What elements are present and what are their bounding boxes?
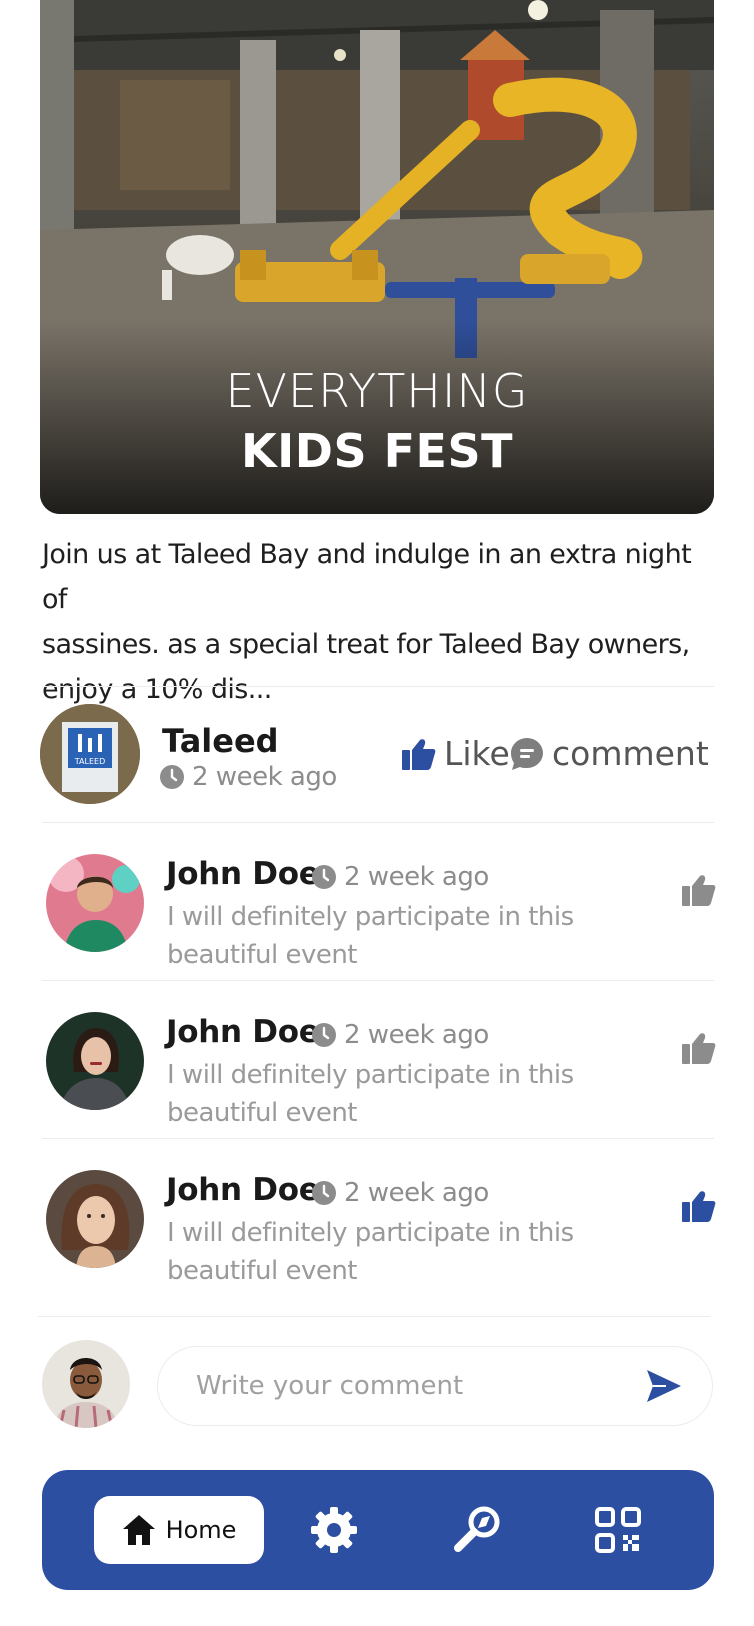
comment-input[interactable]: [157, 1346, 713, 1426]
event-description: Join us at Taleed Bay and indulge in an …: [42, 532, 722, 712]
comment-like-icon[interactable]: [682, 1032, 716, 1064]
post-time: 2 week ago: [160, 762, 337, 792]
commenter-avatar[interactable]: [46, 1170, 144, 1268]
comment-text: I will definitely participate in this be…: [167, 1056, 587, 1132]
settings-icon[interactable]: [310, 1506, 358, 1554]
send-icon[interactable]: [646, 1369, 682, 1403]
hero-title-line2: KIDS FEST: [241, 424, 513, 478]
comment-label: comment: [552, 734, 709, 773]
thumbs-up-icon: [402, 738, 436, 770]
comment-like-icon[interactable]: [682, 874, 716, 906]
divider: [38, 1316, 710, 1317]
comment-text-line: I will definitely participate in this: [167, 1218, 574, 1248]
comment-time: 2 week ago: [312, 862, 489, 892]
clock-icon: [312, 865, 336, 889]
author-avatar[interactable]: TALEED: [40, 704, 140, 804]
comment-text-line: beautiful event: [167, 1098, 358, 1128]
commenter-name[interactable]: John Doe: [166, 1172, 320, 1208]
comment-text-line: beautiful event: [167, 1256, 358, 1286]
comment-item: John Doe 2 week ago I will definitely pa…: [40, 852, 716, 992]
comment-text-line: beautiful event: [167, 940, 358, 970]
home-icon: [122, 1515, 155, 1545]
description-line: Join us at Taleed Bay and indulge in an …: [42, 539, 692, 615]
comment-like-icon-active[interactable]: [682, 1190, 716, 1222]
comment-item: John Doe 2 week ago I will definitely pa…: [40, 1010, 716, 1150]
divider: [42, 1138, 714, 1139]
current-user-avatar[interactable]: [42, 1340, 130, 1428]
comment-time: 2 week ago: [312, 1178, 489, 1208]
comment-composer: [40, 1336, 716, 1432]
divider: [42, 980, 714, 981]
comment-bubble-icon: [511, 737, 543, 770]
comment-button[interactable]: comment: [510, 734, 709, 773]
like-label: Like: [444, 734, 510, 773]
commenter-name[interactable]: John Doe: [166, 1014, 320, 1050]
event-hero-image[interactable]: EVERYTHING KIDS FEST: [40, 0, 714, 514]
comment-item: John Doe 2 week ago I will definitely pa…: [40, 1168, 716, 1308]
comment-text-line: I will definitely participate in this: [167, 1060, 574, 1090]
nav-home-label: Home: [165, 1516, 237, 1544]
explore-icon[interactable]: [452, 1506, 500, 1554]
qr-code-icon[interactable]: [594, 1506, 642, 1554]
comment-text: I will definitely participate in this be…: [167, 898, 587, 974]
commenter-avatar[interactable]: [46, 854, 144, 952]
post-time-label: 2 week ago: [192, 762, 337, 792]
clock-icon: [160, 765, 184, 789]
clock-icon: [312, 1023, 336, 1047]
avatar-logo-text: TALEED: [74, 757, 105, 766]
author-name[interactable]: Taleed: [162, 722, 279, 760]
commenter-name[interactable]: John Doe: [166, 856, 320, 892]
bottom-navigation: Home: [42, 1470, 714, 1590]
comment-time: 2 week ago: [312, 1020, 489, 1050]
nav-home-button[interactable]: Home: [94, 1496, 264, 1564]
comment-time-label: 2 week ago: [344, 862, 489, 892]
comment-time-label: 2 week ago: [344, 1178, 489, 1208]
commenter-avatar[interactable]: [46, 1012, 144, 1110]
comment-text-line: I will definitely participate in this: [167, 902, 574, 932]
clock-icon: [312, 1181, 336, 1205]
comment-text: I will definitely participate in this be…: [167, 1214, 587, 1290]
divider: [42, 686, 714, 687]
divider: [42, 822, 714, 823]
hero-title-line1: EVERYTHING: [225, 364, 529, 418]
post-author-row: TALEED Taleed 2 week ago Like comment: [40, 704, 716, 808]
description-line: sassines. as a special treat for Taleed …: [42, 629, 690, 660]
comment-time-label: 2 week ago: [344, 1020, 489, 1050]
like-button[interactable]: Like: [402, 734, 510, 773]
